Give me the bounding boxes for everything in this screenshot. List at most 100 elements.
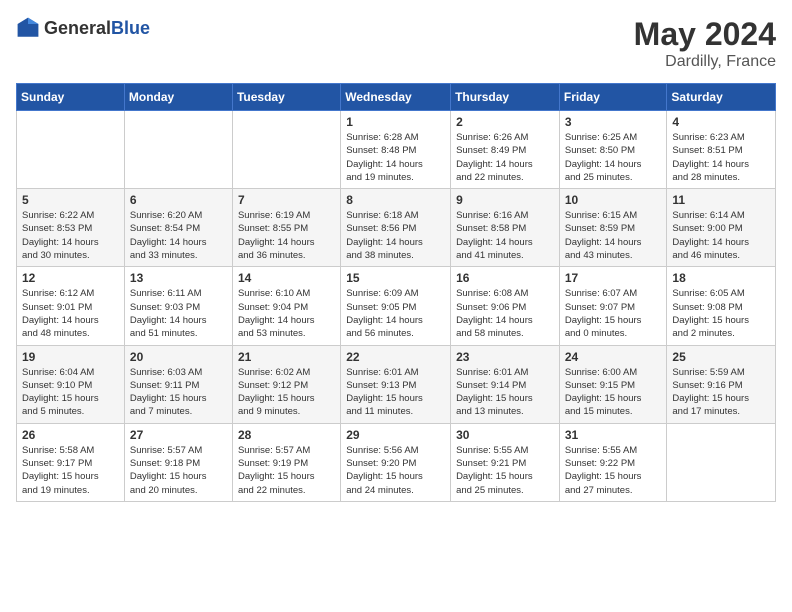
calendar-cell: 4Sunrise: 6:23 AM Sunset: 8:51 PM Daylig… [667,111,776,189]
day-info: Sunrise: 6:05 AM Sunset: 9:08 PM Dayligh… [672,287,770,340]
day-info: Sunrise: 6:04 AM Sunset: 9:10 PM Dayligh… [22,366,119,419]
day-number: 30 [456,428,554,442]
weekday-header: Monday [124,84,232,111]
day-number: 3 [565,115,662,129]
day-info: Sunrise: 6:22 AM Sunset: 8:53 PM Dayligh… [22,209,119,262]
calendar-cell: 16 Sunrise: 6:08 AM Sunset: 9:06 PM Dayli… [451,267,560,345]
calendar-title: May 2024 [634,16,776,53]
day-info: Sunrise: 6:09 AM Sunset: 9:05 PM Dayligh… [346,287,445,340]
calendar-cell [667,423,776,501]
day-info: Sunrise: 6:07 AM Sunset: 9:07 PM Dayligh… [565,287,662,340]
calendar-cell [232,111,340,189]
calendar-week-row: 1 Sunrise: 6:28 AM Sunset: 8:48 PM Daylig… [17,111,776,189]
calendar-cell: 27 Sunrise: 5:57 AM Sunset: 9:18 PM Dayli… [124,423,232,501]
day-info: Sunrise: 5:56 AM Sunset: 9:20 PM Dayligh… [346,444,445,497]
calendar-cell: 2 Sunrise: 6:26 AM Sunset: 8:49 PM Daylig… [451,111,560,189]
day-info: Sunrise: 6:16 AM Sunset: 8:58 PM Dayligh… [456,209,554,262]
day-number: 11 [672,193,770,207]
calendar-cell: 1 Sunrise: 6:28 AM Sunset: 8:48 PM Daylig… [341,111,451,189]
day-number: 18 [672,271,770,285]
calendar-cell: 14 Sunrise: 6:10 AM Sunset: 9:04 PM Dayli… [232,267,340,345]
day-info: Sunrise: 5:57 AM Sunset: 9:18 PM Dayligh… [130,444,227,497]
day-number: 5 [22,193,119,207]
calendar-cell [17,111,125,189]
day-number: 20 [130,350,227,364]
day-info: Sunrise: 5:58 AM Sunset: 9:17 PM Dayligh… [22,444,119,497]
day-info: Sunrise: 6:15 AM Sunset: 8:59 PM Dayligh… [565,209,662,262]
day-number: 6 [130,193,227,207]
day-info: Sunrise: 6:18 AM Sunset: 8:56 PM Dayligh… [346,209,445,262]
day-number: 25 [672,350,770,364]
calendar-table: SundayMondayTuesdayWednesdayThursdayFrid… [16,83,776,502]
calendar-cell: 20 Sunrise: 6:03 AM Sunset: 9:11 PM Dayli… [124,345,232,423]
day-number: 26 [22,428,119,442]
calendar-cell: 3Sunrise: 6:25 AM Sunset: 8:50 PM Daylig… [559,111,667,189]
day-info: Sunrise: 6:11 AM Sunset: 9:03 PM Dayligh… [130,287,227,340]
day-info: Sunrise: 6:08 AM Sunset: 9:06 PM Dayligh… [456,287,554,340]
calendar-cell: 15 Sunrise: 6:09 AM Sunset: 9:05 PM Dayli… [341,267,451,345]
calendar-cell: 7Sunrise: 6:19 AM Sunset: 8:55 PM Daylig… [232,189,340,267]
day-info: Sunrise: 6:28 AM Sunset: 8:48 PM Dayligh… [346,131,445,184]
day-info: Sunrise: 6:03 AM Sunset: 9:11 PM Dayligh… [130,366,227,419]
day-number: 12 [22,271,119,285]
calendar-cell: 8 Sunrise: 6:18 AM Sunset: 8:56 PM Daylig… [341,189,451,267]
day-info: Sunrise: 6:26 AM Sunset: 8:49 PM Dayligh… [456,131,554,184]
calendar-week-row: 12 Sunrise: 6:12 AM Sunset: 9:01 PM Dayli… [17,267,776,345]
title-block: May 2024 Dardilly, France [634,16,776,71]
day-number: 1 [346,115,445,129]
calendar-cell: 22Sunrise: 6:01 AM Sunset: 9:13 PM Dayli… [341,345,451,423]
calendar-cell: 11 Sunrise: 6:14 AM Sunset: 9:00 PM Dayli… [667,189,776,267]
weekday-header: Sunday [17,84,125,111]
calendar-cell: 12 Sunrise: 6:12 AM Sunset: 9:01 PM Dayli… [17,267,125,345]
calendar-cell: 25Sunrise: 5:59 AM Sunset: 9:16 PM Dayli… [667,345,776,423]
day-number: 28 [238,428,335,442]
page-header: GeneralBlue May 2024 Dardilly, France [16,16,776,71]
day-number: 4 [672,115,770,129]
calendar-cell: 13 Sunrise: 6:11 AM Sunset: 9:03 PM Dayli… [124,267,232,345]
day-number: 8 [346,193,445,207]
weekday-header: Friday [559,84,667,111]
day-info: Sunrise: 5:57 AM Sunset: 9:19 PM Dayligh… [238,444,335,497]
day-number: 17 [565,271,662,285]
day-number: 23 [456,350,554,364]
calendar-header-row: SundayMondayTuesdayWednesdayThursdayFrid… [17,84,776,111]
calendar-cell: 24Sunrise: 6:00 AM Sunset: 9:15 PM Dayli… [559,345,667,423]
day-number: 29 [346,428,445,442]
day-number: 9 [456,193,554,207]
calendar-cell: 6 Sunrise: 6:20 AM Sunset: 8:54 PM Daylig… [124,189,232,267]
day-number: 15 [346,271,445,285]
calendar-week-row: 26 Sunrise: 5:58 AM Sunset: 9:17 PM Dayli… [17,423,776,501]
day-number: 14 [238,271,335,285]
day-info: Sunrise: 6:14 AM Sunset: 9:00 PM Dayligh… [672,209,770,262]
calendar-cell: 28 Sunrise: 5:57 AM Sunset: 9:19 PM Dayli… [232,423,340,501]
calendar-location: Dardilly, France [634,53,776,71]
day-info: Sunrise: 6:01 AM Sunset: 9:13 PM Dayligh… [346,366,445,419]
day-info: Sunrise: 6:02 AM Sunset: 9:12 PM Dayligh… [238,366,335,419]
day-number: 2 [456,115,554,129]
calendar-week-row: 5 Sunrise: 6:22 AM Sunset: 8:53 PM Daylig… [17,189,776,267]
day-number: 21 [238,350,335,364]
day-number: 16 [456,271,554,285]
day-number: 13 [130,271,227,285]
calendar-cell: 29 Sunrise: 5:56 AM Sunset: 9:20 PM Dayli… [341,423,451,501]
calendar-cell: 23 Sunrise: 6:01 AM Sunset: 9:14 PM Dayli… [451,345,560,423]
calendar-cell: 10 Sunrise: 6:15 AM Sunset: 8:59 PM Dayli… [559,189,667,267]
calendar-cell: 19Sunrise: 6:04 AM Sunset: 9:10 PM Dayli… [17,345,125,423]
weekday-header: Thursday [451,84,560,111]
calendar-cell: 26 Sunrise: 5:58 AM Sunset: 9:17 PM Dayli… [17,423,125,501]
calendar-cell: 21 Sunrise: 6:02 AM Sunset: 9:12 PM Dayli… [232,345,340,423]
calendar-cell: 5 Sunrise: 6:22 AM Sunset: 8:53 PM Daylig… [17,189,125,267]
weekday-header: Saturday [667,84,776,111]
day-number: 27 [130,428,227,442]
day-info: Sunrise: 6:12 AM Sunset: 9:01 PM Dayligh… [22,287,119,340]
day-info: Sunrise: 6:20 AM Sunset: 8:54 PM Dayligh… [130,209,227,262]
day-number: 10 [565,193,662,207]
logo: GeneralBlue [16,16,150,40]
day-info: Sunrise: 6:10 AM Sunset: 9:04 PM Dayligh… [238,287,335,340]
calendar-cell: 31Sunrise: 5:55 AM Sunset: 9:22 PM Dayli… [559,423,667,501]
day-info: Sunrise: 6:01 AM Sunset: 9:14 PM Dayligh… [456,366,554,419]
calendar-cell [124,111,232,189]
day-number: 7 [238,193,335,207]
calendar-cell: 9 Sunrise: 6:16 AM Sunset: 8:58 PM Daylig… [451,189,560,267]
day-number: 24 [565,350,662,364]
